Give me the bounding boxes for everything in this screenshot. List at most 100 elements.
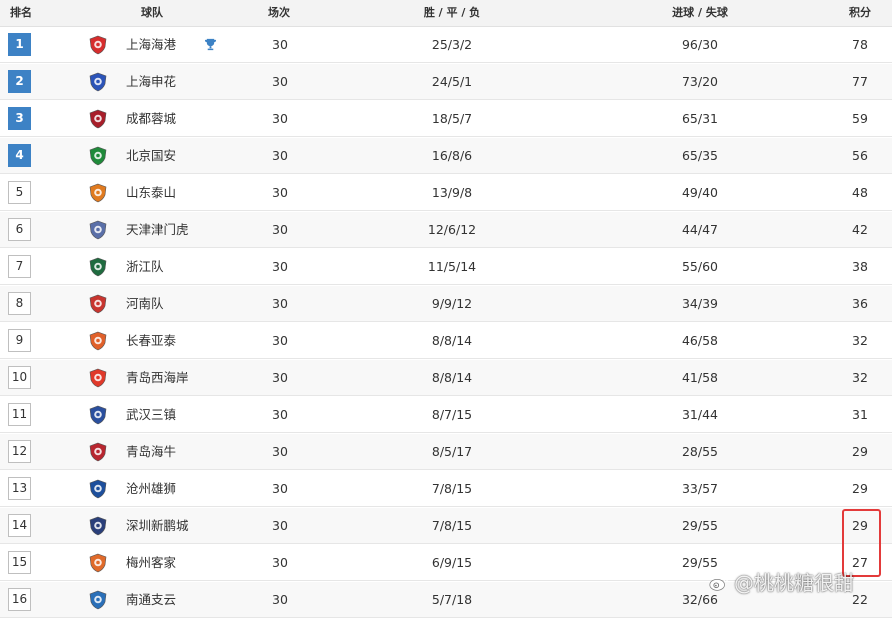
team-name[interactable]: 沧州雄狮 <box>126 471 176 507</box>
goals-for-against: 28/55 <box>681 444 719 459</box>
table-row[interactable]: 6 天津津门虎 30 12/6/12 44/47 42 <box>0 212 892 248</box>
rank-badge: 11 <box>8 403 31 426</box>
goals-for-against: 31/44 <box>681 407 719 422</box>
team-name[interactable]: 青岛海牛 <box>126 434 176 470</box>
goals-for-against: 29/55 <box>681 555 719 570</box>
goals-for-against: 65/31 <box>681 111 719 126</box>
table-row[interactable]: 7 浙江队 30 11/5/14 55/60 38 <box>0 249 892 285</box>
matches-played: 30 <box>272 148 288 163</box>
table-row[interactable]: 5 山东泰山 30 13/9/8 49/40 48 <box>0 175 892 211</box>
points: 27 <box>852 555 868 570</box>
win-draw-loss: 7/8/15 <box>431 481 473 496</box>
win-draw-loss: 5/7/18 <box>431 592 473 607</box>
goals-for-against: 49/40 <box>681 185 719 200</box>
win-draw-loss: 8/5/17 <box>431 444 473 459</box>
chengdu-rongcheng-crest-icon <box>89 109 107 129</box>
goals-for-against: 29/55 <box>681 518 719 533</box>
win-draw-loss: 11/5/14 <box>427 259 477 274</box>
matches-played: 30 <box>272 555 288 570</box>
team-name[interactable]: 梅州客家 <box>126 545 176 581</box>
table-row[interactable]: 4 北京国安 30 16/8/6 65/35 56 <box>0 138 892 174</box>
table-row[interactable]: 15 梅州客家 30 6/9/15 29/55 27 <box>0 545 892 581</box>
matches-played: 30 <box>272 407 288 422</box>
table-row[interactable]: 3 成都蓉城 30 18/5/7 65/31 59 <box>0 101 892 137</box>
beijing-guoan-crest-icon <box>89 146 107 166</box>
points: 31 <box>852 407 868 422</box>
table-row[interactable]: 14 深圳新鹏城 30 7/8/15 29/55 29 <box>0 508 892 544</box>
tianjin-jinmen-tiger-crest-icon <box>89 220 107 240</box>
header-played: 场次 <box>268 6 290 19</box>
team-name[interactable]: 浙江队 <box>126 249 164 285</box>
win-draw-loss: 13/9/8 <box>431 185 473 200</box>
table-row[interactable]: 10 青岛西海岸 30 8/8/14 41/58 32 <box>0 360 892 396</box>
goals-for-against: 34/39 <box>681 296 719 311</box>
zhejiang-crest-icon <box>89 257 107 277</box>
win-draw-loss: 25/3/2 <box>431 37 473 52</box>
shanghai-port-crest-icon <box>89 35 107 55</box>
standings-table: 排名 球队 场次 胜 / 平 / 负 进球 / 失球 积分 1 上海海港 30 25/… <box>0 0 892 618</box>
team-name[interactable]: 上海海港 <box>126 27 176 63</box>
goals-for-against: 41/58 <box>681 370 719 385</box>
rank-badge: 10 <box>8 366 31 389</box>
table-row[interactable]: 1 上海海港 30 25/3/2 96/30 78 <box>0 27 892 63</box>
nantong-zhiyun-crest-icon <box>89 590 107 610</box>
win-draw-loss: 12/6/12 <box>427 222 477 237</box>
changchun-yatai-crest-icon <box>89 331 107 351</box>
table-row[interactable]: 12 青岛海牛 30 8/5/17 28/55 29 <box>0 434 892 470</box>
goals-for-against: 33/57 <box>681 481 719 496</box>
header-team: 球队 <box>141 6 163 19</box>
rank-badge: 2 <box>8 70 31 93</box>
rank-badge: 3 <box>8 107 31 130</box>
team-name[interactable]: 山东泰山 <box>126 175 176 211</box>
team-name[interactable]: 天津津门虎 <box>126 212 189 248</box>
table-row[interactable]: 9 长春亚泰 30 8/8/14 46/58 32 <box>0 323 892 359</box>
win-draw-loss: 8/7/15 <box>431 407 473 422</box>
win-draw-loss: 9/9/12 <box>431 296 473 311</box>
points: 48 <box>852 185 868 200</box>
rank-badge: 8 <box>8 292 31 315</box>
rank-badge: 6 <box>8 218 31 241</box>
points: 36 <box>852 296 868 311</box>
team-name[interactable]: 深圳新鹏城 <box>126 508 189 544</box>
header-points: 积分 <box>849 6 871 19</box>
meizhou-hakka-crest-icon <box>89 553 107 573</box>
matches-played: 30 <box>272 481 288 496</box>
matches-played: 30 <box>272 222 288 237</box>
team-name[interactable]: 河南队 <box>126 286 164 322</box>
points: 29 <box>852 518 868 533</box>
rank-badge: 14 <box>8 514 31 537</box>
points: 29 <box>852 481 868 496</box>
team-name[interactable]: 北京国安 <box>126 138 176 174</box>
cangzhou-lions-crest-icon <box>89 479 107 499</box>
matches-played: 30 <box>272 518 288 533</box>
win-draw-loss: 8/8/14 <box>431 370 473 385</box>
goals-for-against: 96/30 <box>681 37 719 52</box>
team-name[interactable]: 青岛西海岸 <box>126 360 189 396</box>
team-name[interactable]: 武汉三镇 <box>126 397 176 433</box>
goals-for-against: 44/47 <box>681 222 719 237</box>
team-name[interactable]: 南通支云 <box>126 582 176 618</box>
points: 77 <box>852 74 868 89</box>
table-row[interactable]: 8 河南队 30 9/9/12 34/39 36 <box>0 286 892 322</box>
rank-badge: 5 <box>8 181 31 204</box>
table-row[interactable]: 11 武汉三镇 30 8/7/15 31/44 31 <box>0 397 892 433</box>
table-row[interactable]: 13 沧州雄狮 30 7/8/15 33/57 29 <box>0 471 892 507</box>
shanghai-shenhua-crest-icon <box>89 72 107 92</box>
goals-for-against: 46/58 <box>681 333 719 348</box>
table-row[interactable]: 2 上海申花 30 24/5/1 73/20 77 <box>0 64 892 100</box>
qingdao-west-coast-crest-icon <box>89 368 107 388</box>
points: 29 <box>852 444 868 459</box>
team-name[interactable]: 成都蓉城 <box>126 101 176 137</box>
points: 38 <box>852 259 868 274</box>
goals-for-against: 32/66 <box>681 592 719 607</box>
matches-played: 30 <box>272 333 288 348</box>
points: 32 <box>852 333 868 348</box>
points: 78 <box>852 37 868 52</box>
table-row[interactable]: 16 南通支云 30 5/7/18 32/66 22 <box>0 582 892 618</box>
henan-crest-icon <box>89 294 107 314</box>
team-name[interactable]: 上海申花 <box>126 64 176 100</box>
matches-played: 30 <box>272 370 288 385</box>
matches-played: 30 <box>272 259 288 274</box>
points: 56 <box>852 148 868 163</box>
team-name[interactable]: 长春亚泰 <box>126 323 176 359</box>
